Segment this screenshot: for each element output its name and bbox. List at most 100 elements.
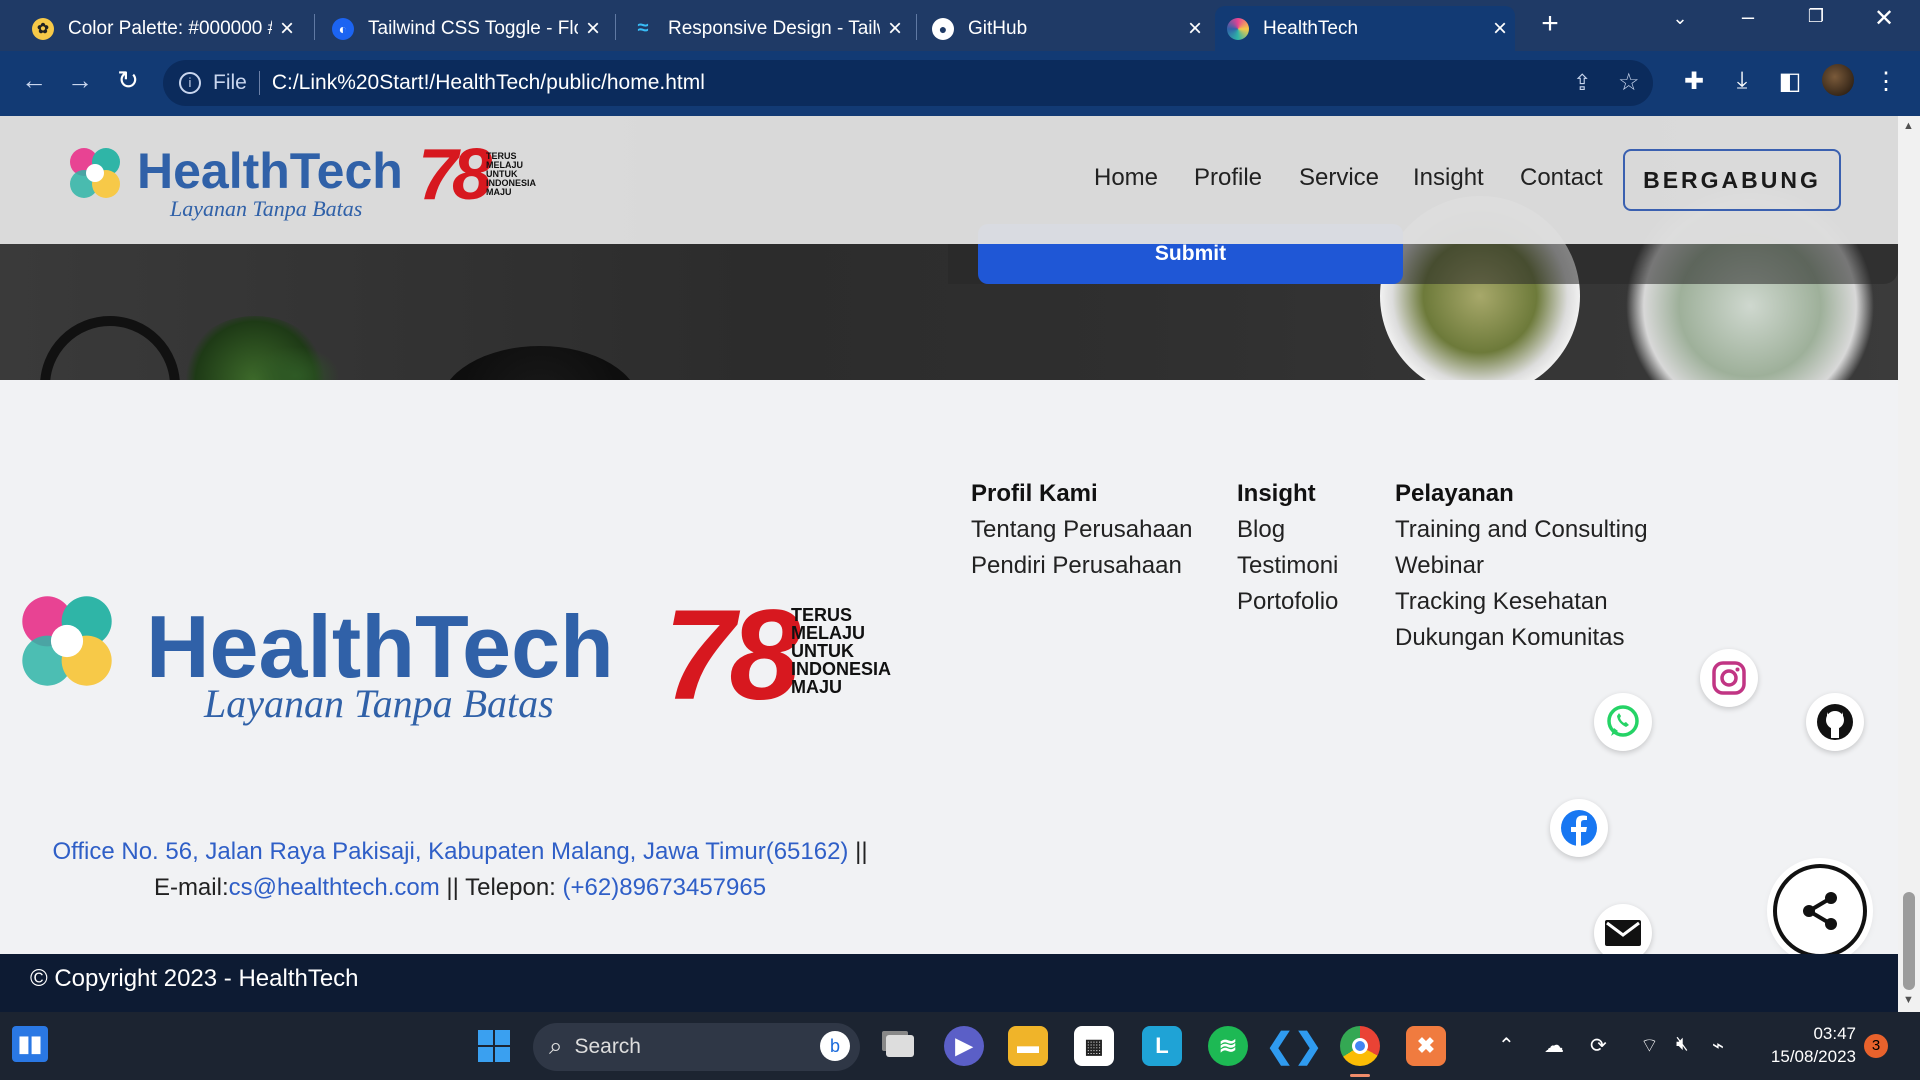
volume-muted-icon[interactable]: 🔇︎	[1676, 1033, 1689, 1056]
start-button[interactable]	[474, 1026, 514, 1066]
footer-link-tentang-perusahaan[interactable]: Tentang Perusahaan	[971, 516, 1193, 544]
chrome-icon[interactable]	[1340, 1026, 1380, 1066]
github-button[interactable]	[1806, 693, 1864, 751]
task-view-icon[interactable]	[880, 1026, 920, 1066]
close-icon[interactable]: ×	[880, 15, 910, 43]
contact-address: Office No. 56, Jalan Raya Pakisaji, Kabu…	[40, 834, 880, 906]
sync-icon[interactable]: ⟳	[1590, 1033, 1607, 1058]
wifi-icon[interactable]: ⌔	[1640, 1033, 1659, 1058]
search-icon: ⌕	[549, 1033, 563, 1060]
new-tab-button[interactable]: +	[1530, 7, 1570, 41]
nav-service[interactable]: Service	[1299, 164, 1379, 192]
tab-search-chevron-icon[interactable]: ⌄	[1660, 8, 1700, 29]
file-explorer-icon[interactable]: ▬	[1008, 1026, 1048, 1066]
nav-insight[interactable]: Insight	[1413, 164, 1484, 192]
widgets-icon[interactable]: ▮▮	[12, 1026, 48, 1062]
tab-color-palette[interactable]: ✿ Color Palette: #000000 #4 ×	[20, 6, 302, 51]
tab-separator	[916, 14, 917, 40]
extensions-icon[interactable]: ✚	[1678, 67, 1710, 96]
restore-button[interactable]: ❐	[1796, 6, 1836, 27]
bookmark-star-icon[interactable]: ☆	[1618, 68, 1640, 97]
close-icon[interactable]: ×	[272, 15, 302, 43]
tray-overflow-chevron-icon[interactable]: ⌃	[1498, 1033, 1515, 1058]
hut-ri-78-logo: 78	[418, 135, 492, 215]
info-icon[interactable]: i	[179, 72, 201, 94]
nav-profile[interactable]: Profile	[1194, 164, 1262, 192]
copyright-bar: © Copyright 2023 - HealthTech	[0, 954, 1898, 1012]
taskbar-search[interactable]: ⌕ Search b	[533, 1023, 860, 1071]
join-button[interactable]: BERGABUNG	[1623, 149, 1841, 211]
tab-healthtech[interactable]: HealthTech ×	[1215, 6, 1515, 51]
url-text[interactable]: C:/Link%20Start!/HealthTech/public/home.…	[272, 71, 705, 95]
footer-link-training[interactable]: Training and Consulting	[1395, 516, 1648, 544]
browser-tab-strip: ✿ Color Palette: #000000 #4 × ◐ Tailwind…	[0, 0, 1920, 51]
forward-button[interactable]: →	[62, 65, 98, 96]
back-button[interactable]: ←	[16, 65, 52, 96]
nav-contact[interactable]: Contact	[1520, 164, 1603, 192]
footer-link-portofolio[interactable]: Portofolio	[1237, 588, 1338, 616]
bowl-decor	[440, 346, 640, 380]
close-window-button[interactable]: ✕	[1864, 4, 1904, 33]
system-clock[interactable]: 03:47 15/08/2023	[1756, 1022, 1856, 1068]
share-page-icon[interactable]: ⇪	[1573, 70, 1591, 96]
active-app-indicator	[1350, 1074, 1370, 1077]
tab-title: GitHub	[968, 17, 1028, 39]
l-app-icon[interactable]: L	[1142, 1026, 1182, 1066]
tab-github[interactable]: ● GitHub ×	[920, 6, 1210, 51]
footer-link-blog[interactable]: Blog	[1237, 516, 1285, 544]
side-panel-icon[interactable]: ◧	[1774, 67, 1806, 96]
tab-tailwind[interactable]: ≈ Responsive Design - Tailw ×	[620, 6, 910, 51]
footer-link-webinar[interactable]: Webinar	[1395, 552, 1484, 580]
phone-link[interactable]: (+62)89673457965	[563, 874, 767, 901]
facebook-icon	[1561, 810, 1597, 846]
email-link[interactable]: cs@healthtech.com	[229, 874, 440, 901]
xampp-icon[interactable]: ✖	[1406, 1026, 1446, 1066]
onedrive-cloud-icon[interactable]: ☁	[1544, 1033, 1564, 1058]
scrollbar-thumb[interactable]	[1903, 892, 1915, 990]
nav-home[interactable]: Home	[1094, 164, 1158, 192]
minimize-button[interactable]: –	[1728, 4, 1768, 30]
footer-link-testimoni[interactable]: Testimoni	[1237, 552, 1338, 580]
footer-heading-profil-kami: Profil Kami	[971, 480, 1098, 507]
whatsapp-button[interactable]	[1594, 693, 1652, 751]
chat-icon[interactable]: ▶	[944, 1026, 984, 1066]
footer-link-tracking-kesehatan[interactable]: Tracking Kesehatan	[1395, 588, 1608, 616]
download-icon[interactable]: ⤓	[1726, 67, 1758, 95]
copyright-text: © Copyright 2023 - HealthTech	[30, 965, 359, 992]
reload-button[interactable]: ↻	[110, 65, 146, 96]
footer-link-pendiri-perusahaan[interactable]: Pendiri Perusahaan	[971, 552, 1182, 580]
microsoft-store-icon[interactable]: ▦	[1074, 1026, 1114, 1066]
tailwind-icon: ≈	[637, 17, 649, 39]
close-icon[interactable]: ×	[1180, 15, 1210, 43]
bing-icon[interactable]: b	[820, 1031, 850, 1061]
address-link[interactable]: Office No. 56, Jalan Raya Pakisaji, Kabu…	[52, 838, 848, 865]
vscode-icon[interactable]: ❮❯	[1266, 1026, 1323, 1066]
menu-kebab-icon[interactable]: ⋮	[1870, 67, 1902, 96]
page-scrollbar[interactable]: ▲ ▼	[1898, 116, 1920, 1012]
footer-heading-insight: Insight	[1237, 480, 1316, 507]
footer-hut-ri-78-logo: 78	[664, 584, 800, 727]
footer-link-dukungan-komunitas[interactable]: Dukungan Komunitas	[1395, 624, 1624, 652]
instagram-button[interactable]	[1700, 649, 1758, 707]
scroll-up-arrow-icon[interactable]: ▲	[1903, 120, 1914, 132]
footer-brand-tagline: Layanan Tanpa Batas	[204, 681, 554, 726]
spotify-icon[interactable]: ≋	[1208, 1026, 1248, 1066]
close-icon[interactable]: ×	[1485, 15, 1515, 43]
avatar[interactable]	[1822, 64, 1854, 96]
notification-badge[interactable]: 3	[1864, 1034, 1888, 1058]
browser-toolbar: ← → ↻ i File C:/Link%20Start!/HealthTech…	[0, 51, 1920, 116]
facebook-button[interactable]	[1550, 799, 1608, 857]
address-bar[interactable]: i File C:/Link%20Start!/HealthTech/publi…	[163, 60, 1653, 106]
healthtech-logo-icon[interactable]	[62, 140, 128, 206]
clock-date: 15/08/2023	[1770, 1047, 1856, 1066]
divider	[258, 71, 260, 95]
scroll-down-arrow-icon[interactable]: ▼	[1903, 994, 1914, 1006]
share-button[interactable]	[1773, 864, 1867, 958]
close-icon[interactable]: ×	[578, 15, 608, 43]
tab-title: HealthTech	[1263, 17, 1359, 39]
whatsapp-icon	[1607, 705, 1639, 737]
brand-tagline: Layanan Tanpa Batas	[170, 196, 363, 221]
battery-icon[interactable]: ⌁	[1712, 1033, 1724, 1058]
tab-flowbite[interactable]: ◐ Tailwind CSS Toggle - Flow ×	[320, 6, 608, 51]
brand-name[interactable]: HealthTech	[137, 142, 403, 200]
